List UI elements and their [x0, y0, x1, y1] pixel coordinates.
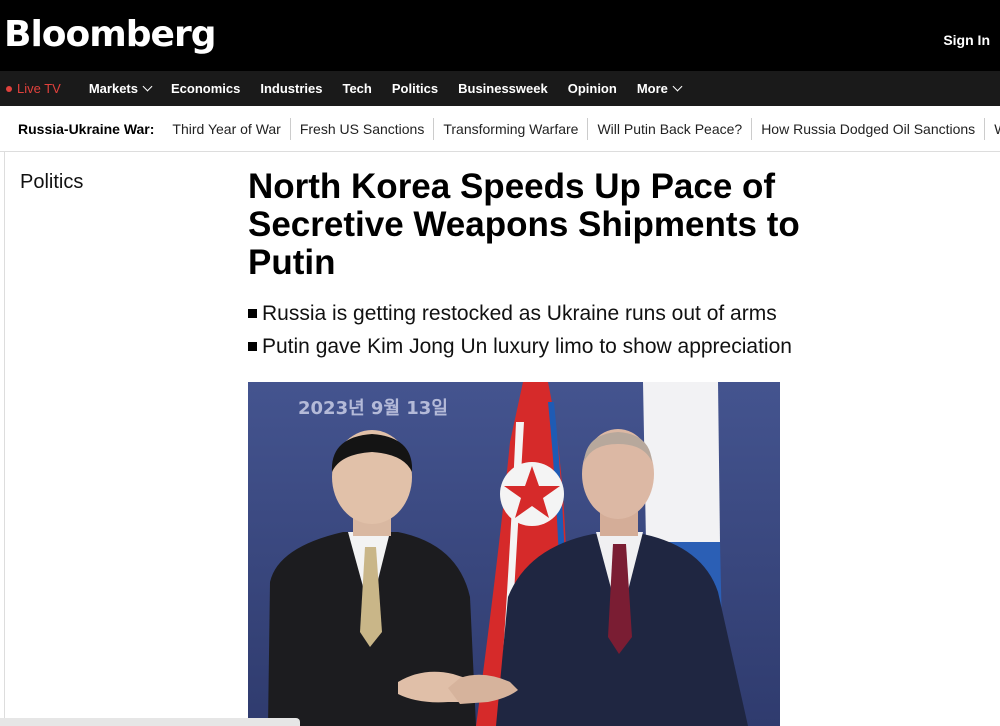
- nav-politics-label: Politics: [391, 81, 439, 96]
- nav-opinion-label: Opinion: [567, 81, 617, 96]
- topic-subnav: Russia-Ukraine War: Third Year of War Fr…: [0, 106, 1000, 152]
- top-header: Bloomberg Sign In: [0, 0, 1000, 71]
- nav-more-label: More: [636, 81, 668, 96]
- subnav-link-putin-peace[interactable]: Will Putin Back Peace?: [588, 117, 753, 140]
- main-nav: Live TV Markets Economics Industries Tec…: [0, 71, 1000, 106]
- subnav-link-transforming-warfare[interactable]: Transforming Warfare: [434, 117, 589, 140]
- nav-markets[interactable]: Markets: [88, 81, 153, 96]
- subnav-link-third-year[interactable]: Third Year of War: [163, 117, 291, 140]
- article-abstract: Russia is getting restocked as Ukraine r…: [248, 297, 792, 363]
- nav-tech-label: Tech: [342, 81, 372, 96]
- lead-photo[interactable]: 2023년 9월 13일: [248, 382, 780, 726]
- abstract-text: Putin gave Kim Jong Un luxury limo to sh…: [262, 335, 792, 358]
- subnav-link-truncated[interactable]: W: [985, 118, 1000, 140]
- horizontal-scrollbar[interactable]: [0, 718, 300, 726]
- subnav-link-oil-sanctions[interactable]: How Russia Dodged Oil Sanctions: [752, 117, 986, 140]
- lead-photo-illustration: [248, 382, 780, 726]
- abstract-text: Russia is getting restocked as Ukraine r…: [262, 302, 777, 325]
- nav-live-label: Live TV: [17, 81, 61, 96]
- nav-economics-label: Economics: [170, 81, 241, 96]
- chevron-down-icon: [672, 81, 683, 92]
- abstract-item: Russia is getting restocked as Ukraine r…: [248, 297, 792, 330]
- photo-date-stamp: 2023년 9월 13일: [298, 398, 448, 419]
- section-label[interactable]: Politics: [20, 171, 83, 194]
- article-headline: North Korea Speeds Up Pace of Secretive …: [248, 167, 800, 282]
- nav-politics[interactable]: Politics: [392, 81, 438, 96]
- nav-opinion[interactable]: Opinion: [568, 81, 617, 96]
- nav-businessweek-label: Businessweek: [458, 81, 548, 96]
- sign-in-link[interactable]: Sign In: [943, 32, 990, 48]
- nav-markets-label: Markets: [88, 81, 138, 96]
- nav-businessweek[interactable]: Businessweek: [458, 81, 548, 96]
- nav-economics[interactable]: Economics: [171, 81, 240, 96]
- nav-live-tv[interactable]: Live TV: [6, 81, 61, 96]
- subnav-link-fresh-sanctions[interactable]: Fresh US Sanctions: [291, 117, 435, 140]
- subnav-topic-label: Russia-Ukraine War:: [18, 120, 155, 137]
- chevron-down-icon: [142, 81, 153, 92]
- live-dot-icon: [6, 85, 12, 92]
- nav-industries-label: Industries: [260, 81, 323, 96]
- abstract-item: Putin gave Kim Jong Un luxury limo to sh…: [248, 330, 792, 363]
- left-divider: [4, 152, 5, 726]
- nav-tech[interactable]: Tech: [342, 81, 371, 96]
- nav-more[interactable]: More: [636, 81, 683, 96]
- bullet-square-icon: [248, 342, 257, 351]
- nav-industries[interactable]: Industries: [260, 81, 322, 96]
- bloomberg-logo[interactable]: Bloomberg: [4, 14, 216, 55]
- bullet-square-icon: [248, 309, 257, 318]
